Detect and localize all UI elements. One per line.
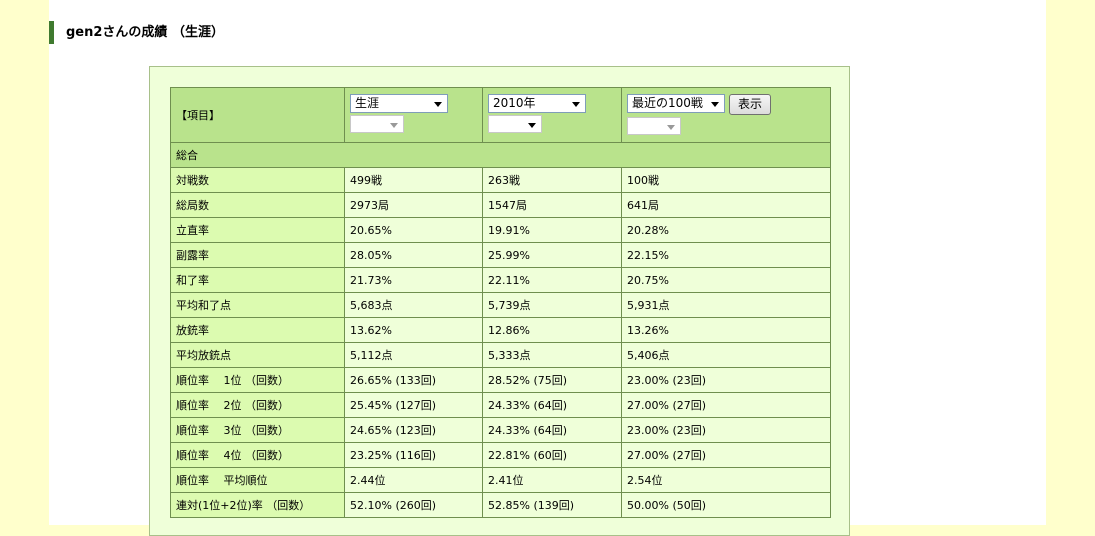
row-value: 5,333点: [482, 342, 622, 368]
row-value: 2.44位: [344, 467, 483, 493]
period-select-2[interactable]: 2010年: [488, 94, 586, 113]
row-label: 順位率 平均順位: [170, 467, 345, 493]
row-value: 2.41位: [482, 467, 622, 493]
period-select-3[interactable]: 最近の100戦: [627, 94, 725, 113]
row-label: 放銃率: [170, 317, 345, 343]
chevron-down-icon: [667, 125, 675, 130]
row-value: 5,406点: [621, 342, 831, 368]
row-value: 20.65%: [344, 217, 483, 243]
table-row: 和了率 21.73% 22.11% 20.75%: [170, 267, 831, 293]
section-label: 総合: [170, 142, 831, 168]
page-title: gen2さんの成績 （生涯）: [49, 21, 224, 44]
row-value: 2.54位: [621, 467, 831, 493]
row-label: 対戦数: [170, 167, 345, 193]
table-row: 立直率 20.65% 19.91% 20.28%: [170, 217, 831, 243]
row-label: 順位率 2位 （回数）: [170, 392, 345, 418]
row-value: 24.33% (64回): [482, 392, 622, 418]
row-value: 24.33% (64回): [482, 417, 622, 443]
row-value: 20.75%: [621, 267, 831, 293]
row-value: 25.99%: [482, 242, 622, 268]
row-value: 27.00% (27回): [621, 442, 831, 468]
row-value: 5,931点: [621, 292, 831, 318]
chevron-down-icon: [434, 102, 442, 107]
table-row: 順位率 3位 （回数） 24.65% (123回) 24.33% (64回) 23.0…: [170, 417, 831, 443]
row-value: 21.73%: [344, 267, 483, 293]
row-value: 23.25% (116回): [344, 442, 483, 468]
row-label: 順位率 3位 （回数）: [170, 417, 345, 443]
period-select-1-value: 生涯: [355, 96, 380, 110]
row-value: 22.81% (60回): [482, 442, 622, 468]
row-value: 263戦: [482, 167, 622, 193]
row-value: 23.00% (23回): [621, 367, 831, 393]
show-button[interactable]: 表示: [729, 94, 772, 115]
table-row: 連対(1位+2位)率 （回数） 52.10% (260回) 52.85% (139回…: [170, 492, 831, 518]
row-value: 12.86%: [482, 317, 622, 343]
period-select-1[interactable]: 生涯: [350, 94, 448, 113]
row-value: 24.65% (123回): [344, 417, 483, 443]
row-value: 5,683点: [344, 292, 483, 318]
section-row-general: 総合: [170, 142, 831, 168]
stats-rows: 対戦数 499戦 263戦 100戦 総局数 2973局 1547局 641局 立直率 20.65…: [170, 167, 831, 518]
header-cell-period-1: 生涯: [344, 87, 483, 143]
row-value: 5,112点: [344, 342, 483, 368]
row-value: 27.00% (27回): [621, 392, 831, 418]
period-select-2-value: 2010年: [493, 96, 536, 110]
row-value: 25.45% (127回): [344, 392, 483, 418]
row-value: 28.05%: [344, 242, 483, 268]
row-value: 19.91%: [482, 217, 622, 243]
row-label: 連対(1位+2位)率 （回数）: [170, 492, 345, 518]
row-value: 13.26%: [621, 317, 831, 343]
row-value: 5,739点: [482, 292, 622, 318]
row-value: 13.62%: [344, 317, 483, 343]
row-label: 平均和了点: [170, 292, 345, 318]
chevron-down-icon: [711, 102, 719, 107]
row-value: 499戦: [344, 167, 483, 193]
row-value: 1547局: [482, 192, 622, 218]
table-row: 順位率 4位 （回数） 23.25% (116回) 22.81% (60回) 27.0…: [170, 442, 831, 468]
row-value: 23.00% (23回): [621, 417, 831, 443]
stats-table: 【項目】 生涯 2010年 最近の100戦 表示 総合 対戦数 499戦 263…: [170, 87, 831, 518]
table-row: 順位率 平均順位 2.44位 2.41位 2.54位: [170, 467, 831, 493]
table-row: 総局数 2973局 1547局 641局: [170, 192, 831, 218]
row-label: 総局数: [170, 192, 345, 218]
row-value: 22.11%: [482, 267, 622, 293]
row-label: 立直率: [170, 217, 345, 243]
period-select-3-value: 最近の100戦: [632, 96, 703, 110]
header-cell-period-2: 2010年: [482, 87, 622, 143]
row-value: 52.10% (260回): [344, 492, 483, 518]
table-row: 副露率 28.05% 25.99% 22.15%: [170, 242, 831, 268]
chevron-down-icon: [528, 123, 536, 128]
row-value: 641局: [621, 192, 831, 218]
table-row: 順位率 2位 （回数） 25.45% (127回) 24.33% (64回) 27.0…: [170, 392, 831, 418]
table-row: 順位率 1位 （回数） 26.65% (133回) 28.52% (75回) 23.0…: [170, 367, 831, 393]
period-subselect-2[interactable]: [488, 115, 542, 133]
row-value: 50.00% (50回): [621, 492, 831, 518]
row-value: 28.52% (75回): [482, 367, 622, 393]
header-label: 【項目】: [170, 87, 345, 143]
header-cell-period-3: 最近の100戦 表示: [621, 87, 831, 143]
chevron-down-icon: [390, 123, 398, 128]
table-row: 平均放銃点 5,112点 5,333点 5,406点: [170, 342, 831, 368]
row-value: 52.85% (139回): [482, 492, 622, 518]
row-value: 100戦: [621, 167, 831, 193]
table-row: 対戦数 499戦 263戦 100戦: [170, 167, 831, 193]
table-row: 放銃率 13.62% 12.86% 13.26%: [170, 317, 831, 343]
row-label: 順位率 1位 （回数）: [170, 367, 345, 393]
row-label: 順位率 4位 （回数）: [170, 442, 345, 468]
chevron-down-icon: [572, 102, 580, 107]
row-value: 22.15%: [621, 242, 831, 268]
row-label: 和了率: [170, 267, 345, 293]
row-value: 2973局: [344, 192, 483, 218]
period-subselect-1[interactable]: [350, 115, 404, 133]
row-label: 副露率: [170, 242, 345, 268]
row-label: 平均放銃点: [170, 342, 345, 368]
table-header-row: 【項目】 生涯 2010年 最近の100戦 表示: [170, 87, 831, 143]
stats-panel: 【項目】 生涯 2010年 最近の100戦 表示 総合 対戦数 499戦 263…: [149, 66, 850, 536]
row-value: 20.28%: [621, 217, 831, 243]
row-value: 26.65% (133回): [344, 367, 483, 393]
table-row: 平均和了点 5,683点 5,739点 5,931点: [170, 292, 831, 318]
period-subselect-3[interactable]: [627, 117, 681, 135]
